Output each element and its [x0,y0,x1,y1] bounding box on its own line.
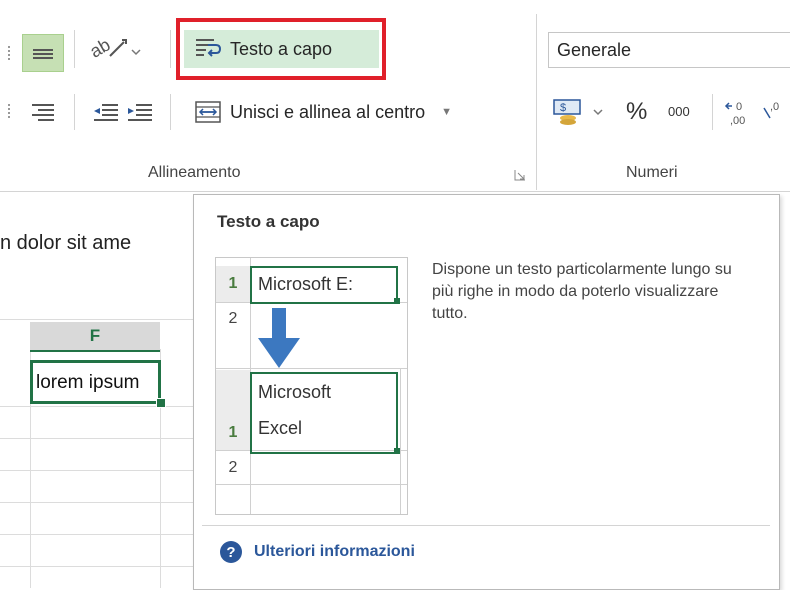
wrap-text-button[interactable]: Testo a capo [184,30,379,68]
increase-decimal-button[interactable]: 0 ,00 [724,96,758,128]
wrap-text-label: Testo a capo [230,38,333,59]
decrease-decimal-icon: ,0 [763,101,779,119]
tooltip-title: Testo a capo [217,212,320,231]
illus-grid-line [216,484,407,485]
column-header-f[interactable]: F [30,322,160,352]
decrease-indent-icon [94,104,118,121]
alignment-group-label: Allineamento [148,164,241,181]
left-edge-dots [8,104,12,118]
illus-fill-handle [394,448,400,454]
middle-align-icon [33,49,53,59]
number-format-select[interactable]: Generale [548,32,790,68]
increase-decimal-icon: 0 ,00 [724,101,745,127]
illus-after-line1: Microsoft [258,382,332,402]
more-info-label: Ulteriori informazioni [254,543,415,560]
decrease-indent-button[interactable] [90,96,122,126]
fill-handle[interactable] [156,398,166,408]
middle-align-button[interactable] [22,34,64,72]
number-group-label: Numeri [626,164,678,181]
active-cell-text: lorem ipsum [36,372,140,393]
cell-overflow-text: n dolor sit ame [0,232,132,254]
merge-center-button[interactable]: Unisci e allinea al centro ▼ [194,96,524,128]
wrap-text-tooltip: Testo a capo 1 2 Microsoft E: 1 2 Micros… [193,194,780,590]
merge-center-label: Unisci e allinea al centro [230,101,426,122]
align-right-icon [32,104,54,121]
svg-text:0: 0 [736,101,742,113]
percent-label: % [626,98,648,125]
help-icon: ? [220,541,242,563]
accounting-format-icon: $ [553,99,603,125]
accounting-format-button[interactable]: $ [548,96,614,128]
number-format-value: Generale [557,39,632,60]
illus-grid-line [400,368,401,514]
decrease-decimal-button[interactable]: ,0 [760,96,790,128]
percent-style-button[interactable]: % [626,98,647,126]
svg-text:ab: ab [88,34,114,61]
alignment-dialog-launcher-icon[interactable] [514,168,526,181]
illus-row-number: 2 [228,459,238,476]
illus-fill-handle [394,298,400,304]
increase-indent-button[interactable] [124,96,156,126]
align-right-button[interactable] [28,96,62,126]
down-arrow-icon [258,308,300,368]
group-separator [536,14,537,190]
tooltip-description: Dispone un testo particolarmente lungo s… [432,261,732,322]
comma-style-button[interactable]: 000 [668,104,690,119]
illus-row-number: 2 [228,310,238,327]
svg-text:,00: ,00 [730,115,745,127]
illus-row-header-2-after: 2 [216,452,250,484]
svg-text:,0: ,0 [770,101,779,113]
more-info-link[interactable]: ? Ulteriori informazioni [220,541,415,563]
separator [74,94,75,130]
illus-row-header-1-before: 1 [216,266,250,302]
illus-row-header-2-before: 2 [216,304,250,334]
svg-text:$: $ [560,102,566,114]
increase-indent-icon [128,104,152,121]
illus-row-number: 1 [228,275,238,292]
ribbon: ab Testo a capo Unisci e allinea al cent… [0,0,790,192]
illus-before-text: Microsoft E: [258,274,354,294]
gridline [0,319,195,320]
wrap-text-icon [196,39,222,57]
left-edge-dots [8,46,12,60]
illus-row-number: 1 [228,424,238,441]
separator [74,30,75,68]
separator [170,94,171,130]
tooltip-separator [202,525,770,526]
separator [712,94,713,130]
wrap-text-illustration: 1 2 Microsoft E: 1 2 Microsoft Excel [215,257,408,515]
text-orientation-icon: ab [88,34,141,62]
merge-center-icon [195,101,221,123]
illus-after-line2: Excel [258,418,303,438]
orientation-button[interactable]: ab [88,34,144,66]
thousands-label: 000 [668,104,690,119]
column-f-label: F [89,326,101,345]
illus-row-header-1-after: 1 [216,370,250,450]
illus-grid-line [216,368,407,369]
merge-dropdown-arrow-icon[interactable]: ▼ [441,106,452,118]
separator [170,30,171,68]
